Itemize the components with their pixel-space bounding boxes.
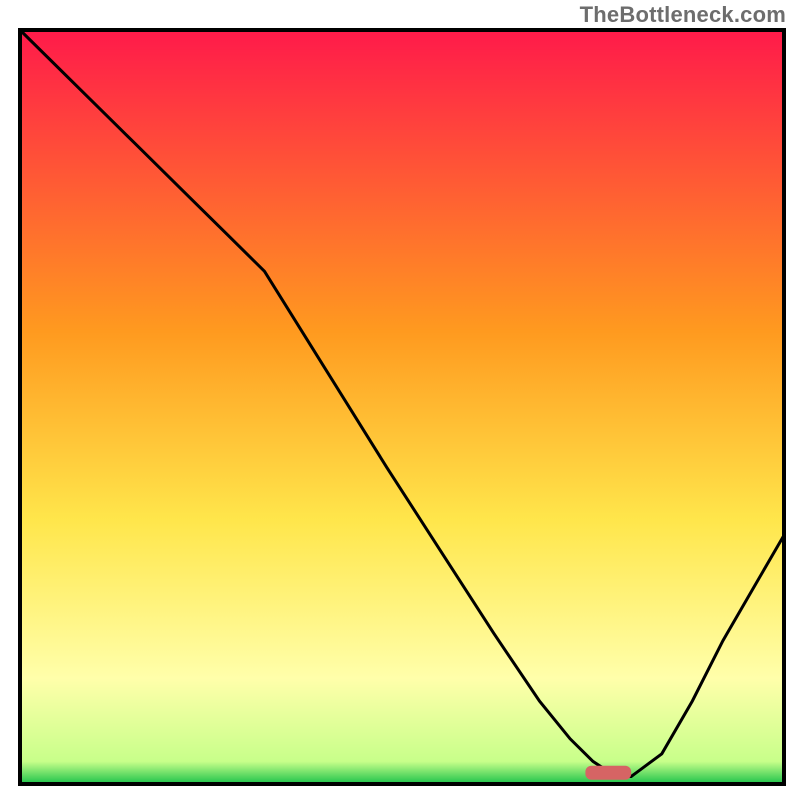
- bottleneck-chart: [0, 0, 800, 800]
- watermark-text: TheBottleneck.com: [580, 2, 786, 28]
- optimal-marker: [585, 766, 631, 780]
